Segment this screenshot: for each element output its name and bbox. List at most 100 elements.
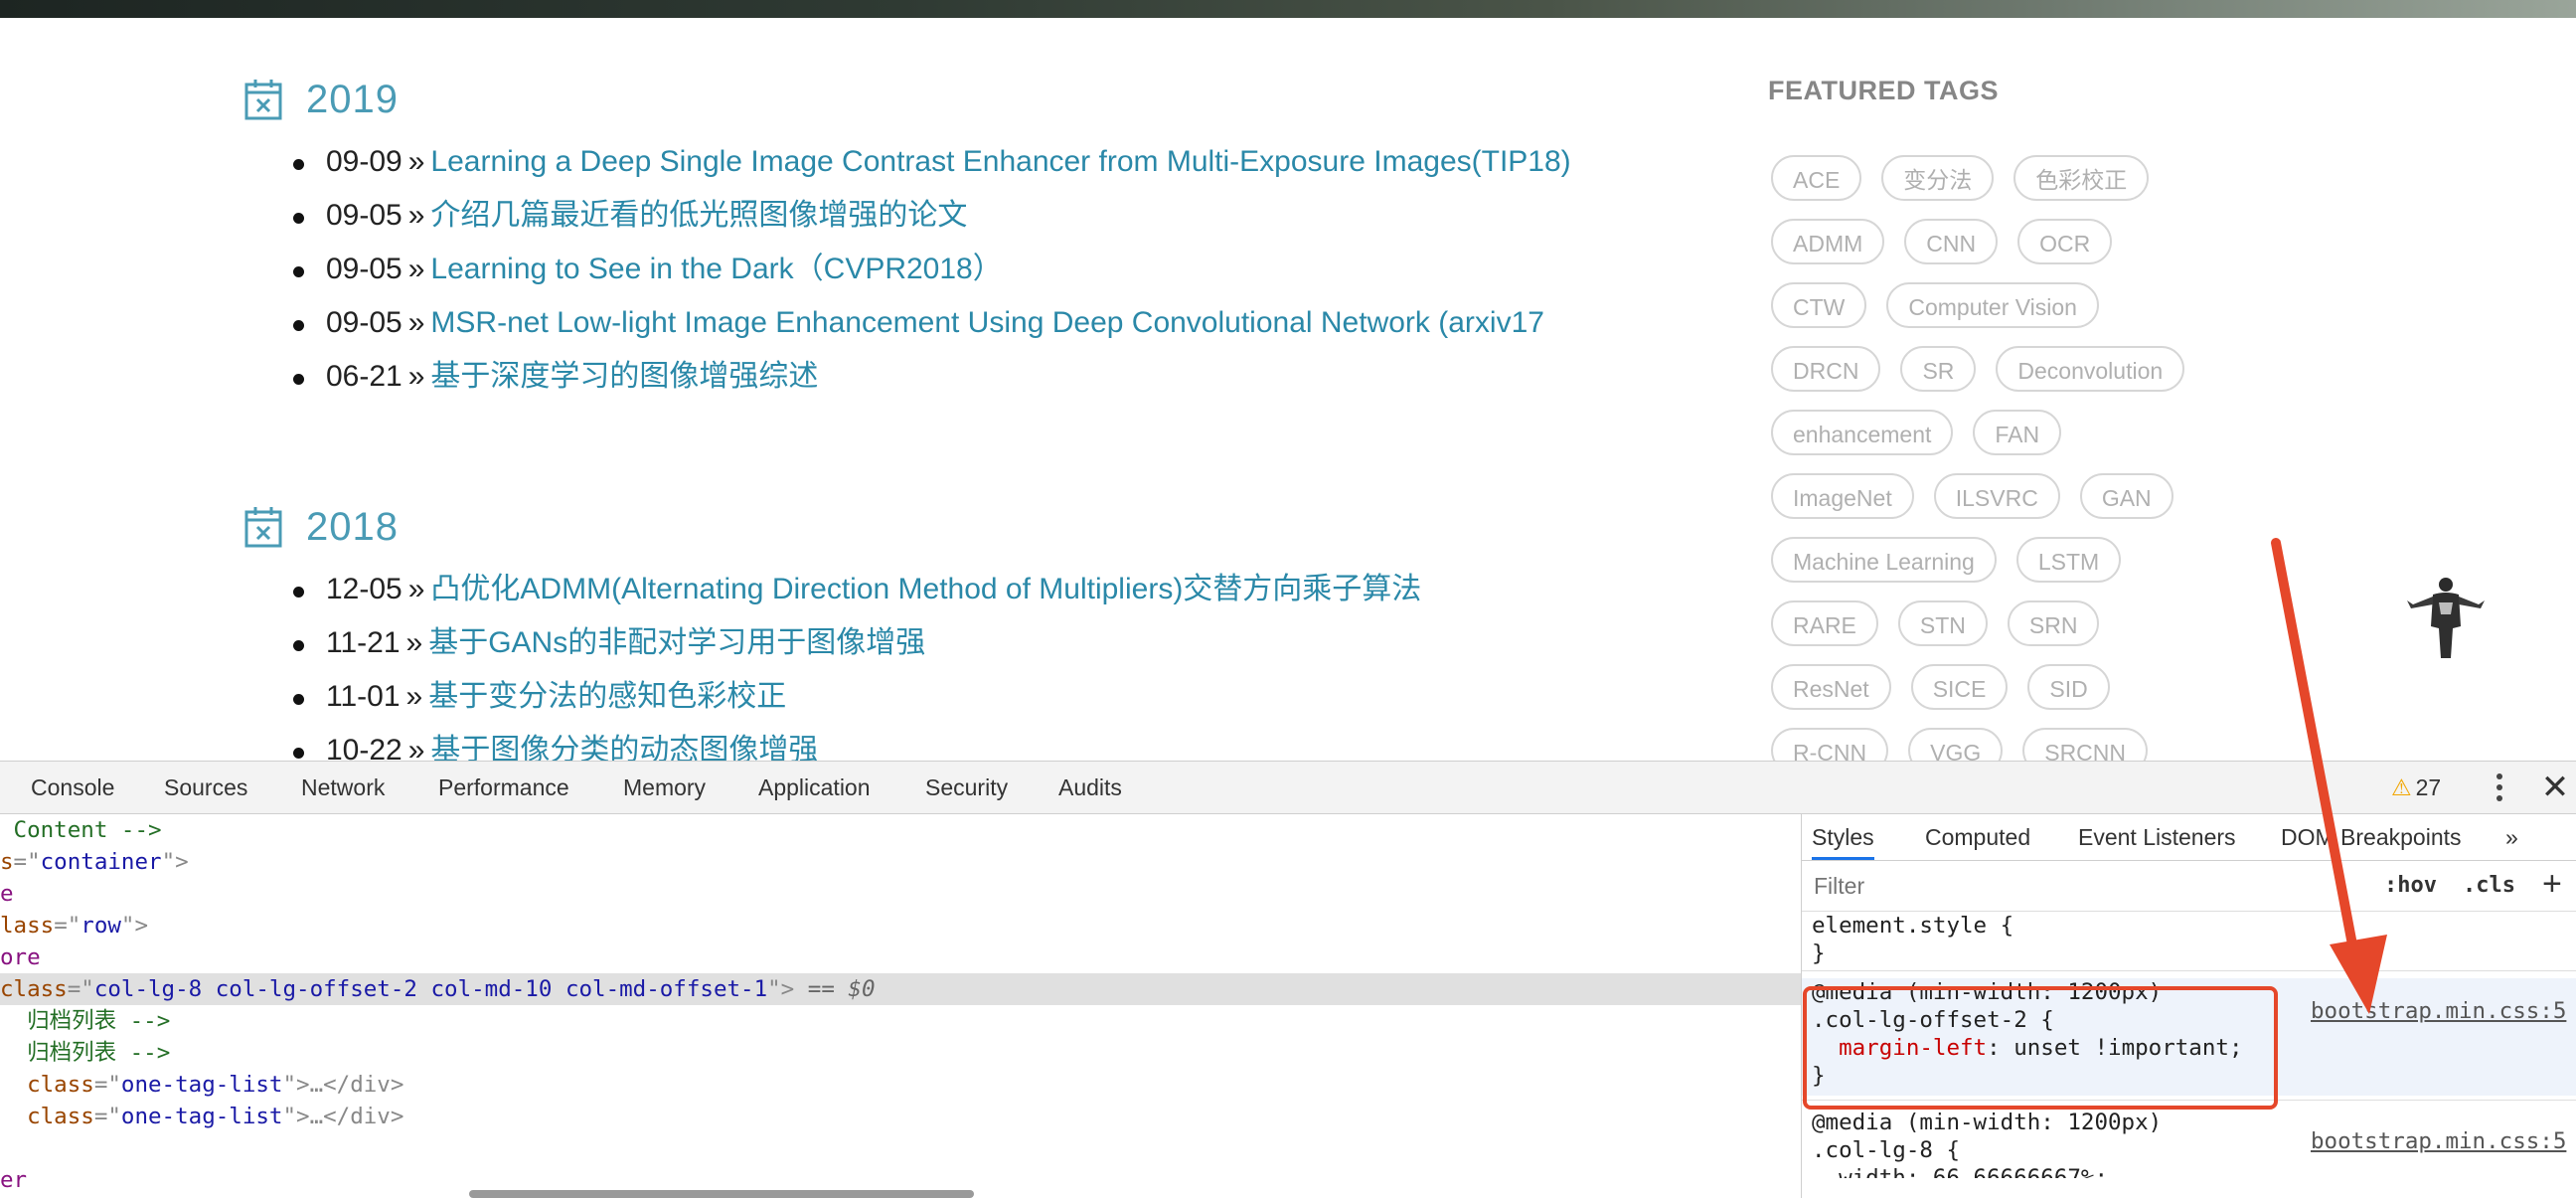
tag-pill[interactable]: CTW: [1771, 282, 1867, 328]
stylesheet-source-link[interactable]: bootstrap.min.css:5: [2311, 1128, 2566, 1154]
tab-event-listeners[interactable]: Event Listeners: [2078, 814, 2236, 860]
tab-dom-breakpoints[interactable]: DOM Breakpoints: [2281, 814, 2462, 860]
tag-pill[interactable]: ImageNet: [1771, 473, 1914, 519]
post-link[interactable]: Learning to See in the Dark（CVPR2018）: [430, 253, 1002, 285]
tab-styles[interactable]: Styles: [1812, 814, 1874, 860]
tag-pill[interactable]: 变分法: [1881, 155, 1995, 201]
css-property: margin-left: [1839, 1035, 1988, 1061]
tag-pill[interactable]: CNN: [1904, 219, 1999, 264]
dom-token: =": [67, 976, 94, 1002]
stylesheet-source-link[interactable]: bootstrap.min.css:5: [2311, 998, 2566, 1024]
tag-pill[interactable]: DRCN: [1771, 346, 1881, 392]
devtools-tabbar: Console Sources Network Performance Memo…: [0, 762, 2576, 814]
tag-pill[interactable]: GAN: [2079, 473, 2174, 519]
dom-node-line[interactable]: ore: [0, 941, 1801, 973]
tag-pill[interactable]: Deconvolution: [1996, 346, 2185, 392]
post-link[interactable]: MSR-net Low-light Image Enhancement Usin…: [430, 306, 1544, 339]
tag-pill[interactable]: OCR: [2017, 219, 2113, 264]
year-heading: 2019: [244, 70, 1735, 129]
tag-pill[interactable]: 色彩校正: [2013, 155, 2150, 201]
tag-pill[interactable]: SR: [1900, 346, 1977, 392]
featured-tags-title: FEATURED TAGS: [1768, 76, 1999, 105]
tag-pill[interactable]: ResNet: [1771, 664, 1891, 710]
styles-pane: Styles Computed Event Listeners DOM Brea…: [1801, 814, 2576, 1198]
tag-pill[interactable]: Machine Learning: [1771, 537, 1997, 583]
mascot-figure-icon[interactable]: [2403, 575, 2489, 660]
post-separator: »: [407, 253, 425, 285]
post-link[interactable]: 基于变分法的感知色彩校正: [428, 680, 786, 713]
dom-node-line[interactable]: s="container">: [0, 846, 1801, 878]
dom-node-line[interactable]: lass="row">: [0, 910, 1801, 941]
dom-node-line[interactable]: e: [0, 878, 1801, 910]
dom-node-selected[interactable]: class="col-lg-8 col-lg-offset-2 col-md-1…: [0, 973, 1801, 1005]
post-list: 12-05» 凸优化ADMM(Alternating Direction Meth…: [244, 563, 1735, 777]
post-link[interactable]: 基于GANs的非配对学习用于图像增强: [428, 626, 925, 659]
tag-pill[interactable]: SICE: [1910, 664, 2009, 710]
post-date: 09-09: [326, 145, 402, 178]
dom-token: ">: [161, 849, 189, 875]
dom-node-line[interactable]: class="one-tag-list">…</div>: [0, 1101, 1801, 1132]
tab-console[interactable]: Console: [31, 762, 114, 813]
tab-application[interactable]: Application: [758, 762, 871, 813]
dom-token: =": [93, 1104, 121, 1129]
tab-sources[interactable]: Sources: [164, 762, 247, 813]
dom-token: =": [93, 1072, 121, 1098]
tag-pill[interactable]: STN: [1897, 600, 1988, 646]
tag-pill[interactable]: ACE: [1771, 155, 1862, 201]
more-options-icon[interactable]: [2493, 771, 2506, 803]
dom-node-line[interactable]: Content -->: [0, 814, 1801, 846]
tab-performance[interactable]: Performance: [438, 762, 569, 813]
close-devtools-icon[interactable]: ✕: [2540, 768, 2570, 807]
post-separator: »: [407, 306, 425, 339]
dom-node-line[interactable]: [0, 1132, 1801, 1164]
dom-token: er: [0, 1167, 28, 1193]
more-tabs-icon[interactable]: »: [2505, 814, 2518, 860]
dom-node-line[interactable]: 归档列表 -->: [0, 1037, 1801, 1069]
post-separator: »: [407, 573, 425, 605]
tag-pill[interactable]: RARE: [1771, 600, 1878, 646]
tag-pill[interactable]: ADMM: [1771, 219, 1885, 264]
cls-toggle[interactable]: .cls: [2463, 873, 2515, 898]
post-link[interactable]: 凸优化ADMM(Alternating Direction Method of …: [430, 573, 1421, 605]
post-link[interactable]: Learning a Deep Single Image Contrast En…: [430, 145, 1570, 178]
tag-pill[interactable]: FAN: [1973, 410, 2062, 455]
styles-filter-input[interactable]: [1812, 869, 2372, 903]
tab-computed[interactable]: Computed: [1925, 814, 2030, 860]
post-item: 09-05» 介绍几篇最近看的低光照图像增强的论文: [244, 189, 1735, 243]
post-date: 09-05: [326, 199, 402, 232]
media-rule-col-lg-8: @media (min-width: 1200px) .col-lg-8 { w…: [1802, 1109, 2576, 1178]
dom-token: Content -->: [0, 817, 162, 843]
tab-memory[interactable]: Memory: [623, 762, 706, 813]
tag-pill[interactable]: Computer Vision: [1886, 282, 2099, 328]
tag-pill[interactable]: LSTM: [2015, 537, 2122, 583]
calendar-icon: [244, 80, 282, 120]
dom-token: ">: [767, 976, 795, 1002]
dom-token: ore: [0, 944, 41, 970]
dom-token: 归档列表 -->: [0, 1040, 171, 1066]
dom-node-line[interactable]: class="one-tag-list">…</div>: [0, 1069, 1801, 1101]
header-banner-image: [0, 0, 2576, 18]
tag-pill[interactable]: SRN: [2007, 600, 2100, 646]
post-link[interactable]: 基于深度学习的图像增强综述: [430, 360, 818, 393]
post-separator: »: [407, 199, 425, 232]
tab-audits[interactable]: Audits: [1058, 762, 1122, 813]
dom-node-line[interactable]: 归档列表 -->: [0, 1005, 1801, 1037]
new-style-rule-icon[interactable]: +: [2542, 865, 2562, 904]
dom-token: container: [40, 849, 162, 875]
rule-close-brace: }: [1812, 1063, 1826, 1089]
dom-token: class: [0, 1072, 94, 1098]
post-item: 09-09» Learning a Deep Single Image Contr…: [244, 135, 1735, 189]
tab-network[interactable]: Network: [301, 762, 385, 813]
archive-section-2018: 2018 12-05» 凸优化ADMM(Alternating Direction…: [244, 497, 1735, 777]
tag-pill[interactable]: SID: [2027, 664, 2110, 710]
post-item: 11-21» 基于GANs的非配对学习用于图像增强: [244, 616, 1735, 670]
tag-pill[interactable]: enhancement: [1771, 410, 1954, 455]
archive-section-2019: 2019 09-09» Learning a Deep Single Image …: [244, 70, 1735, 404]
tab-security[interactable]: Security: [925, 762, 1008, 813]
tag-pill[interactable]: ILSVRC: [1933, 473, 2060, 519]
warning-counter[interactable]: ⚠ 27: [2391, 762, 2441, 813]
hov-toggle[interactable]: :hov: [2384, 873, 2437, 898]
post-separator: »: [405, 680, 423, 713]
css-declaration[interactable]: margin-left: unset !important;: [1802, 1034, 2576, 1062]
post-link[interactable]: 介绍几篇最近看的低光照图像增强的论文: [430, 199, 967, 232]
